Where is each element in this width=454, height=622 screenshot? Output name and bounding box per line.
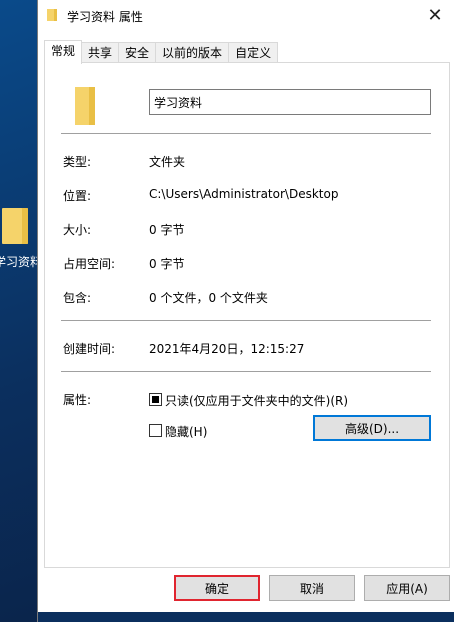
location-value: C:\Users\Administrator\Desktop bbox=[149, 187, 339, 201]
folder-icon bbox=[75, 87, 95, 125]
divider bbox=[61, 320, 431, 321]
properties-dialog: 学习资料 属性 ✕ 常规 共享 安全 以前的版本 自定义 类型: 文件夹 位置:… bbox=[37, 0, 454, 622]
tab-previous-versions[interactable]: 以前的版本 bbox=[155, 42, 230, 63]
created-value: 2021年4月20日，12:15:27 bbox=[149, 342, 305, 356]
divider bbox=[61, 133, 431, 134]
type-label: 类型: bbox=[63, 155, 92, 169]
tab-general[interactable]: 常规 bbox=[44, 40, 83, 64]
folder-icon bbox=[2, 208, 28, 244]
created-label: 创建时间: bbox=[63, 342, 116, 356]
size-value: 0 字节 bbox=[149, 223, 185, 237]
desktop-strip bbox=[38, 612, 454, 622]
tab-bar: 常规 共享 安全 以前的版本 自定义 bbox=[44, 40, 279, 64]
size-on-disk-value: 0 字节 bbox=[149, 257, 185, 271]
location-label: 位置: bbox=[63, 189, 92, 203]
general-panel: 类型: 文件夹 位置: C:\Users\Administrator\Deskt… bbox=[44, 62, 450, 568]
cancel-button[interactable]: 取消 bbox=[269, 575, 355, 601]
contains-value: 0 个文件，0 个文件夹 bbox=[149, 291, 268, 305]
type-value: 文件夹 bbox=[149, 155, 186, 169]
desktop-folder-label: 学习资料 bbox=[0, 255, 40, 269]
hidden-checkbox[interactable] bbox=[149, 424, 162, 437]
readonly-label[interactable]: 只读(仅应用于文件夹中的文件)(R) bbox=[165, 392, 348, 409]
desktop-folder-icon[interactable]: 学习资料 bbox=[0, 200, 40, 272]
hidden-label[interactable]: 隐藏(H) bbox=[165, 423, 207, 440]
folder-icon bbox=[47, 9, 57, 21]
divider bbox=[61, 371, 431, 372]
tab-sharing[interactable]: 共享 bbox=[81, 42, 120, 63]
readonly-checkbox[interactable] bbox=[149, 393, 162, 406]
attributes-label: 属性: bbox=[63, 393, 92, 407]
title-bar[interactable]: 学习资料 属性 ✕ bbox=[38, 0, 454, 32]
advanced-button[interactable]: 高级(D)... bbox=[313, 415, 431, 441]
window-title: 学习资料 属性 bbox=[67, 10, 143, 24]
close-button[interactable]: ✕ bbox=[415, 0, 454, 30]
tab-security[interactable]: 安全 bbox=[118, 42, 157, 63]
close-icon: ✕ bbox=[427, 4, 443, 26]
folder-name-input[interactable] bbox=[149, 89, 431, 115]
tab-customize[interactable]: 自定义 bbox=[228, 42, 279, 63]
ok-button[interactable]: 确定 bbox=[174, 575, 260, 601]
size-on-disk-label: 占用空间: bbox=[63, 257, 116, 271]
size-label: 大小: bbox=[63, 223, 92, 237]
apply-button[interactable]: 应用(A) bbox=[364, 575, 450, 601]
contains-label: 包含: bbox=[63, 291, 92, 305]
